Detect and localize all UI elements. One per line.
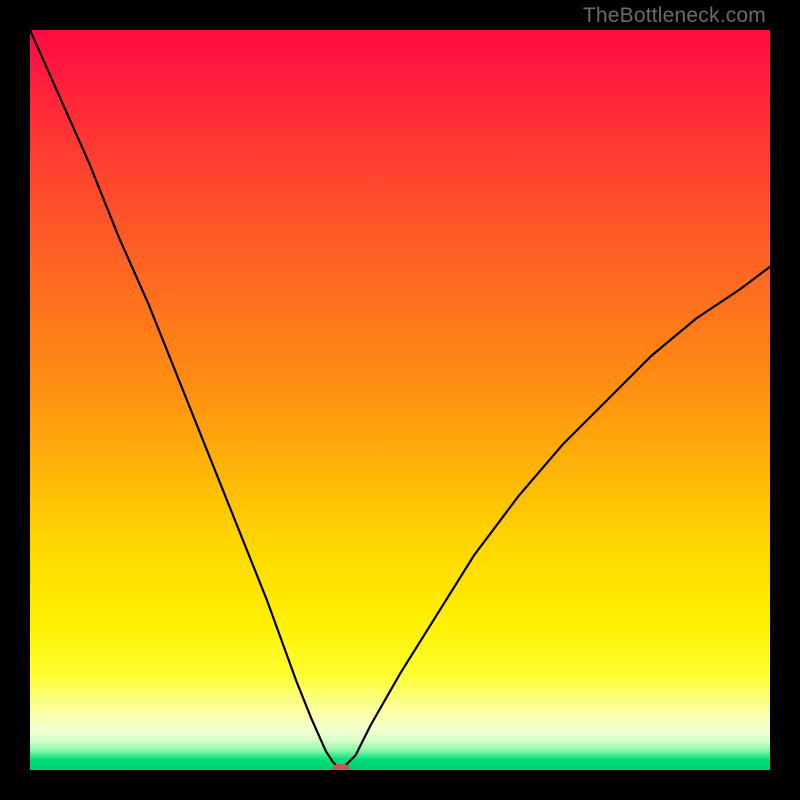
- right-curve: [341, 267, 770, 770]
- bottleneck-curve: [30, 30, 770, 770]
- left-curve: [30, 30, 341, 770]
- optimum-marker: [332, 764, 350, 770]
- chart-frame: TheBottleneck.com: [0, 0, 800, 800]
- plot-area: [30, 30, 770, 770]
- watermark-text: TheBottleneck.com: [583, 4, 766, 28]
